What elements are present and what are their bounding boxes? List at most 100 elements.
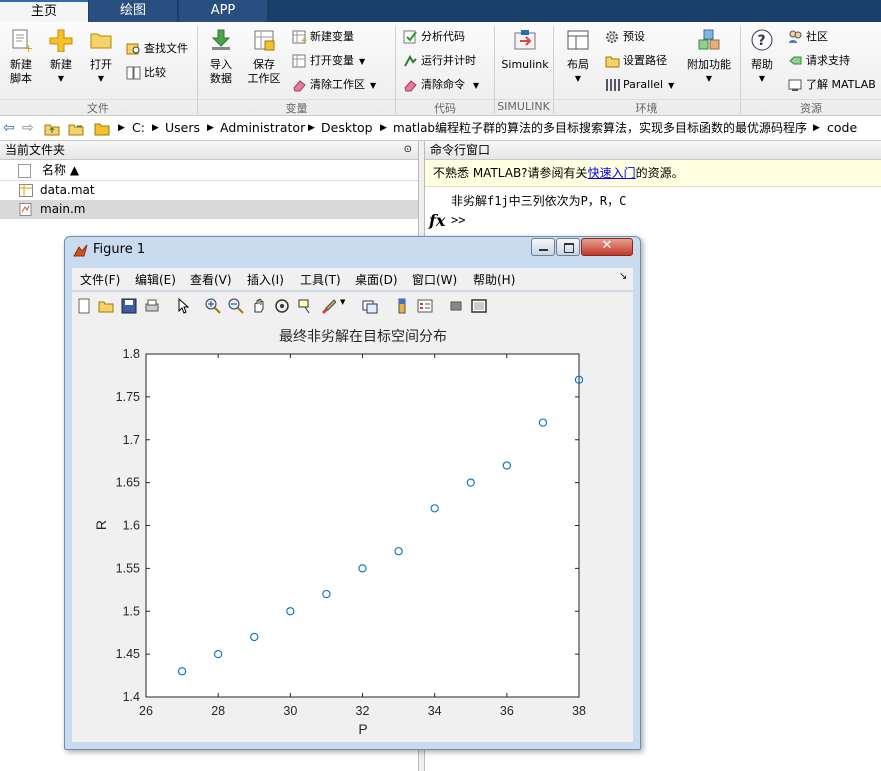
menu-insert[interactable]: 插入(I) xyxy=(247,271,284,288)
import-data-label: 导入 数据 xyxy=(210,58,232,85)
help-icon: ? xyxy=(751,29,773,51)
menu-desktop[interactable]: 桌面(D) xyxy=(355,271,398,288)
data-cursor-icon[interactable] xyxy=(297,298,313,314)
minimize-icon xyxy=(539,249,548,251)
up-folder-icon[interactable] xyxy=(44,116,60,140)
layout-button[interactable]: 布局 ▼ xyxy=(560,28,596,86)
rotate-3d-icon[interactable] xyxy=(274,298,290,314)
close-button[interactable]: ✕ xyxy=(581,238,633,256)
tab-home[interactable]: 主页 xyxy=(0,0,88,22)
breadcrumb-c[interactable]: C: xyxy=(132,116,145,140)
figure-canvas: 最终非劣解在目标空间分布 26 28 30 32 34 36 38 1.4 1.45 1.5 1.… xyxy=(72,320,633,742)
clear-workspace-label: 清除工作区 xyxy=(310,78,365,91)
menu-edit[interactable]: 编辑(E) xyxy=(135,271,176,288)
back-arrow-icon[interactable]: ⇦ xyxy=(3,116,15,140)
tab-apps[interactable]: APP xyxy=(179,0,267,22)
clear-commands-button[interactable]: 清除命令 ▼ xyxy=(403,76,479,94)
simulink-button[interactable]: Simulink xyxy=(499,28,551,72)
panel-menu-icon[interactable]: ⊙ xyxy=(404,141,412,159)
parallel-label: Parallel xyxy=(623,78,664,91)
compare-button[interactable]: 比较 xyxy=(126,64,166,82)
new-button[interactable]: 新建 ▼ xyxy=(44,28,78,86)
browse-folder-icon[interactable] xyxy=(68,116,84,140)
x-tick-label: 38 xyxy=(572,704,586,718)
learn-matlab-button[interactable]: 了解 MATLAB xyxy=(788,76,876,94)
breadcrumb-project-folder[interactable]: matlab编程粒子群的算法的多目标搜索算法，实现多目标函数的最优源码程序 xyxy=(393,116,807,140)
preferences-button[interactable]: 预设 xyxy=(605,28,645,46)
hide-plot-tools-icon[interactable] xyxy=(448,298,464,314)
add-ons-button[interactable]: 附加功能 ▼ xyxy=(686,28,732,86)
legend-icon[interactable] xyxy=(417,298,433,314)
colorbar-icon[interactable] xyxy=(394,298,410,314)
find-files-button[interactable]: 查找文件 xyxy=(126,40,188,58)
command-prompt[interactable]: >> xyxy=(451,213,465,227)
getting-started-link[interactable]: 快速入门 xyxy=(588,166,636,180)
pan-hand-icon[interactable] xyxy=(251,298,267,314)
new-figure-icon[interactable] xyxy=(76,298,92,314)
getting-started-notice: 不熟悉 MATLAB?请参阅有关快速入门的资源。 xyxy=(425,160,881,187)
file-type-column-icon xyxy=(18,164,31,178)
find-files-label: 查找文件 xyxy=(144,42,188,55)
community-button[interactable]: 社区 xyxy=(788,28,828,46)
simulink-icon xyxy=(514,30,536,50)
menu-help[interactable]: 帮助(H) xyxy=(473,271,515,288)
show-plot-tools-icon[interactable] xyxy=(471,298,487,314)
mat-file-icon xyxy=(19,184,33,197)
import-data-button[interactable]: 导入 数据 xyxy=(203,28,239,86)
menu-tools[interactable]: 工具(T) xyxy=(300,271,341,288)
function-browser-icon[interactable]: fx xyxy=(429,211,445,230)
zoom-in-icon[interactable] xyxy=(205,298,221,314)
analyze-code-button[interactable]: 分析代码 xyxy=(403,28,465,46)
maximize-icon xyxy=(564,243,574,253)
clear-workspace-button[interactable]: 清除工作区 ▼ xyxy=(292,76,376,94)
breadcrumb-desktop[interactable]: Desktop xyxy=(321,116,373,140)
name-column-header[interactable]: 名称 ▲ xyxy=(42,160,79,180)
new-variable-button[interactable]: + 新建变量 xyxy=(292,28,354,46)
set-path-button[interactable]: 设置路径 xyxy=(605,52,667,70)
forward-arrow-icon[interactable]: ⇨ xyxy=(22,116,34,140)
request-support-button[interactable]: 请求支持 xyxy=(788,52,850,70)
tab-plots[interactable]: 绘图 xyxy=(89,0,177,22)
parallel-button[interactable]: Parallel ▼ xyxy=(605,76,674,94)
save-workspace-label: 保存 工作区 xyxy=(247,58,281,85)
zoom-out-icon[interactable] xyxy=(228,298,244,314)
help-button[interactable]: ? 帮助 ▼ xyxy=(746,28,778,86)
y-tick-label: 1.65 xyxy=(116,476,140,490)
layout-label: 布局 xyxy=(567,58,589,71)
file-row-data-mat[interactable]: data.mat xyxy=(0,181,418,200)
save-workspace-button[interactable]: 保存 工作区 xyxy=(244,28,284,86)
menu-window[interactable]: 窗口(W) xyxy=(412,271,457,288)
open-file-icon[interactable] xyxy=(98,298,114,314)
section-label-resources: 资源 xyxy=(741,99,881,115)
menu-file[interactable]: 文件(F) xyxy=(80,271,120,288)
maximize-button[interactable] xyxy=(556,238,580,256)
run-and-time-button[interactable]: 运行并计时 xyxy=(403,52,476,70)
new-variable-label: 新建变量 xyxy=(310,30,354,43)
new-variable-icon: + xyxy=(292,30,307,44)
x-axis-label: P xyxy=(358,721,367,737)
folder-icon xyxy=(94,116,110,140)
folder-open-icon xyxy=(90,33,112,49)
figure-title: Figure 1 xyxy=(93,242,146,257)
scatter-plot[interactable]: 最终非劣解在目标空间分布 26 28 30 32 34 36 38 1.4 1.45 1.5 1.… xyxy=(72,320,633,742)
breadcrumb-code[interactable]: code xyxy=(827,116,857,140)
print-icon[interactable] xyxy=(144,298,160,314)
breadcrumb-users[interactable]: Users xyxy=(165,116,200,140)
section-label-file: 文件 xyxy=(0,99,196,115)
file-name: data.mat xyxy=(40,183,95,197)
dock-arrow-icon[interactable]: ↘ xyxy=(619,271,627,282)
menu-view[interactable]: 查看(V) xyxy=(190,271,232,288)
link-plot-icon[interactable] xyxy=(362,298,378,314)
open-button[interactable]: 打开 ▼ xyxy=(84,28,118,86)
file-row-main-m[interactable]: main.m xyxy=(0,200,418,219)
command-output: 非劣解f1j中三列依次为P，R，C xyxy=(451,194,627,208)
minimize-button[interactable] xyxy=(531,238,555,256)
open-variable-button[interactable]: 打开变量 ▼ xyxy=(292,52,365,70)
new-script-button[interactable]: + 新建 脚本 xyxy=(4,28,38,86)
chevron-down-icon[interactable]: ▼ xyxy=(340,298,345,306)
brush-icon[interactable] xyxy=(320,298,336,314)
save-icon[interactable] xyxy=(121,298,137,314)
breadcrumb-administrator[interactable]: Administrator xyxy=(220,116,305,140)
pointer-icon[interactable] xyxy=(175,298,191,314)
chevron-down-icon: ▼ xyxy=(668,81,675,90)
